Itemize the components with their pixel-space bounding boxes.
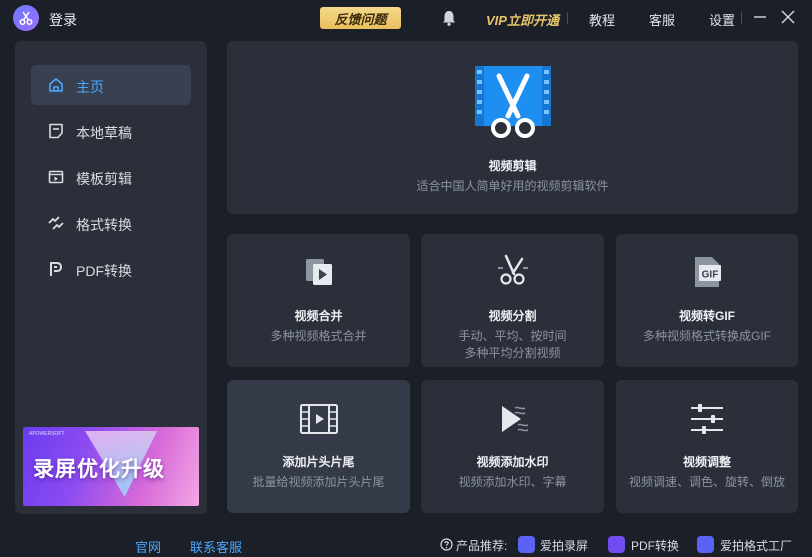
split-card[interactable]: 视频分割 手动、平均、按时间 多种平均分割视频: [421, 234, 604, 367]
card-title: 视频分割: [488, 309, 537, 323]
adjust-card[interactable]: 视频调整 视频调速、调色、旋转、倒放: [616, 380, 798, 513]
gif-badge: GIF: [702, 270, 719, 281]
sidebar-item-label: 格式转换: [76, 217, 132, 233]
merge-icon: [305, 259, 332, 285]
bell-icon[interactable]: [440, 9, 458, 27]
card-title: 添加片头片尾: [282, 455, 355, 469]
tutorial-link[interactable]: 教程: [589, 10, 615, 29]
card-title: 视频转GIF: [679, 309, 735, 323]
promo-banner[interactable]: APOWERSOFT 录屏优化升级: [23, 427, 199, 506]
banner-text: 录屏优化升级: [33, 458, 165, 481]
sidebar-item-label: PDF转换: [76, 263, 132, 279]
gif-card[interactable]: GIF 视频转GIF 多种视频格式转换成GIF: [616, 234, 798, 367]
scissors-icon: [497, 254, 528, 285]
card-title: 视频合并: [294, 309, 343, 323]
card-desc: 视频添加水印、字幕: [458, 475, 567, 489]
sidebar-item-label: 主页: [76, 79, 104, 95]
contact-service-link[interactable]: 联系客服: [190, 537, 242, 556]
card-title: 视频添加水印: [476, 455, 549, 469]
settings-link[interactable]: 设置: [709, 10, 735, 29]
help-circle-icon[interactable]: [440, 538, 453, 551]
format-factory-icon[interactable]: [697, 536, 714, 553]
card-desc: 多种平均分割视频: [464, 346, 561, 360]
sidebar-item-label: 模板剪辑: [76, 171, 132, 187]
product-link[interactable]: 爱拍格式工厂: [720, 537, 792, 554]
card-desc: 多种视频格式转换成GIF: [643, 329, 771, 343]
scissors-icon: [19, 11, 33, 26]
product-link[interactable]: PDF转换: [631, 537, 679, 554]
sidebar-item-label: 本地草稿: [76, 125, 132, 141]
sliders-icon: [691, 404, 723, 434]
pdf-app-icon[interactable]: [608, 536, 625, 553]
banner-tag: APOWERSOFT: [29, 431, 65, 437]
minimize-icon[interactable]: [751, 8, 769, 26]
sidebar-item-home[interactable]: 主页: [31, 65, 191, 105]
template-icon: [48, 170, 64, 184]
sidebar-item-templates[interactable]: 模板剪辑: [31, 157, 191, 197]
service-link[interactable]: 客服: [649, 10, 675, 29]
card-title: 视频调整: [682, 455, 731, 469]
merge-card[interactable]: 视频合并 多种视频格式合并: [227, 234, 410, 367]
card-desc: 手动、平均、按时间: [458, 329, 567, 343]
sidebar-item-pdf[interactable]: PDF转换: [31, 249, 191, 289]
home-icon: [49, 78, 63, 92]
vip-button[interactable]: VIP立即开通: [486, 10, 559, 29]
sidebar: 主页 本地草稿 模板剪辑 格式转换 PDF转换 APOWERSOFT 录屏优化升…: [15, 41, 207, 514]
gif-file-icon: GIF: [695, 257, 721, 287]
draft-icon: [49, 123, 63, 139]
card-title: 视频剪辑: [488, 159, 537, 173]
product-link[interactable]: 爱拍录屏: [540, 537, 588, 554]
watermark-card[interactable]: 视频添加水印 视频添加水印、字幕: [421, 380, 604, 513]
pdf-icon: [50, 262, 63, 276]
watermark-icon: [501, 406, 528, 432]
sidebar-item-convert[interactable]: 格式转换: [31, 203, 191, 243]
video-editor-card[interactable]: 视频剪辑 适合中国人简单好用的视频剪辑软件: [227, 41, 798, 214]
card-desc: 多种视频格式合并: [270, 329, 367, 343]
divider: [741, 12, 742, 24]
website-link[interactable]: 官网: [135, 537, 161, 556]
screen-recorder-icon[interactable]: [518, 536, 535, 553]
feedback-button[interactable]: 反馈问题: [320, 7, 401, 29]
app-logo: [13, 5, 39, 31]
divider: [567, 12, 568, 24]
video-edit-icon: [474, 66, 551, 138]
convert-icon: [48, 216, 64, 230]
login-link[interactable]: 登录: [49, 10, 77, 30]
close-icon[interactable]: [779, 8, 797, 26]
card-desc: 视频调速、调色、旋转、倒放: [628, 475, 785, 489]
card-desc: 批量给视频添加片头片尾: [252, 475, 385, 489]
sidebar-item-drafts[interactable]: 本地草稿: [31, 111, 191, 151]
title-bar: 登录 反馈问题 VIP立即开通 教程 客服 设置: [0, 0, 812, 38]
intro-outro-card[interactable]: 添加片头片尾 批量给视频添加片头片尾: [227, 380, 410, 513]
recommend-label: 产品推荐:: [456, 539, 508, 553]
card-desc: 适合中国人简单好用的视频剪辑软件: [416, 179, 609, 193]
film-strip-icon: [299, 404, 338, 434]
